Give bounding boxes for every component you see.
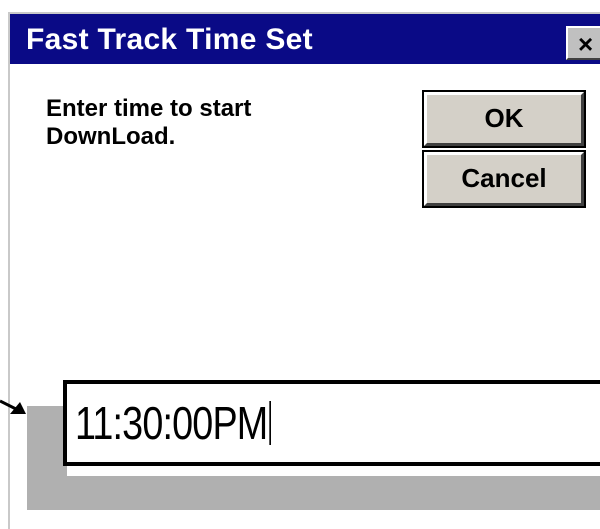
dialog-title: Fast Track Time Set [26, 23, 313, 56]
page: Fast Track Time Set × Enter time to star… [0, 0, 600, 529]
pointer-arrow-icon [0, 399, 26, 414]
time-input-value: 11:30:00PM [75, 398, 271, 448]
title-bar[interactable]: Fast Track Time Set × [10, 14, 600, 64]
close-icon: × [578, 29, 594, 59]
time-input[interactable]: 11:30:00PM [63, 380, 600, 466]
time-text: 11:30:00PM [75, 397, 268, 449]
prompt-text: Enter time to start DownLoad. [46, 95, 252, 150]
ok-button[interactable]: OK [422, 90, 586, 148]
cancel-button[interactable]: Cancel [422, 150, 586, 208]
field-shadow-bottom [27, 476, 600, 510]
close-button[interactable]: × [566, 26, 600, 60]
text-caret [269, 401, 271, 445]
